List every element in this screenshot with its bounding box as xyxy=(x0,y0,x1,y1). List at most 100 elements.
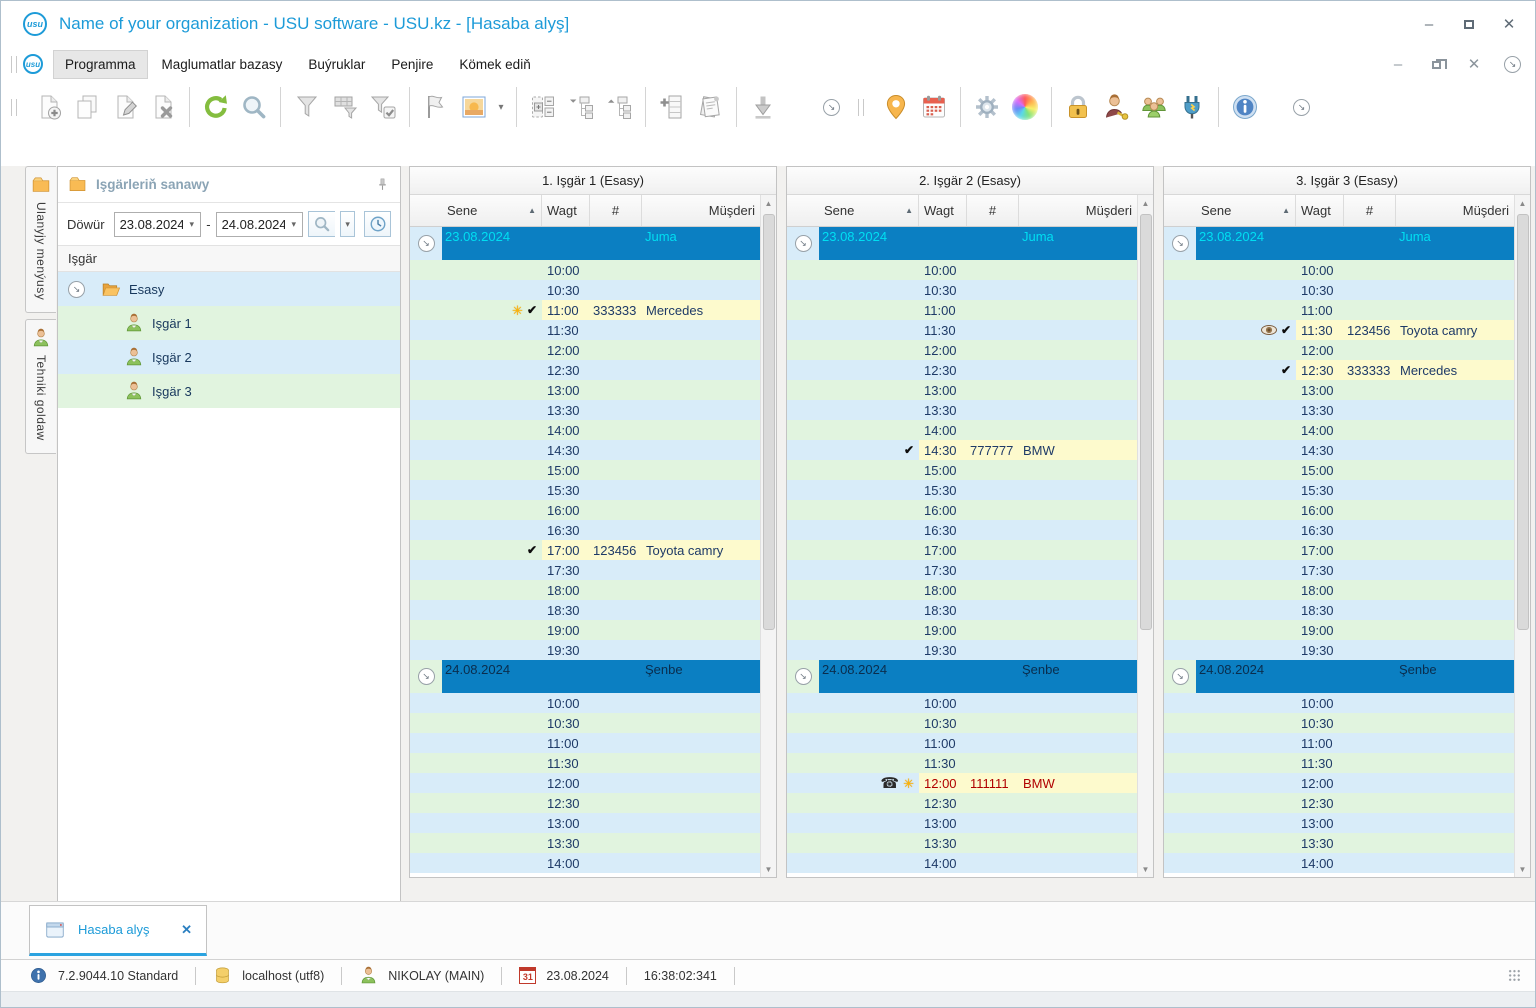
empty-slot-cells[interactable]: 19:00 xyxy=(1296,620,1514,640)
empty-slot-cells[interactable]: 18:30 xyxy=(542,600,760,620)
time-slot-row[interactable]: 10:30 xyxy=(410,713,760,733)
time-slot-row[interactable]: 13:00 xyxy=(787,380,1137,400)
empty-slot-cells[interactable]: 11:00 xyxy=(1296,733,1514,753)
copy-record-button[interactable] xyxy=(68,88,106,126)
column-num[interactable]: # xyxy=(590,195,642,226)
time-slot-row[interactable]: 19:30 xyxy=(410,640,760,660)
empty-slot-cells[interactable]: 12:00 xyxy=(919,340,1137,360)
map-pin-button[interactable] xyxy=(877,88,915,126)
empty-slot-cells[interactable]: 13:30 xyxy=(542,833,760,853)
time-slot-row[interactable]: 11:30 xyxy=(787,320,1137,340)
empty-slot-cells[interactable]: 10:30 xyxy=(1296,713,1514,733)
date-group-row[interactable]: ↘ 23.08.2024 Juma xyxy=(787,227,1137,260)
empty-slot-cells[interactable]: 19:30 xyxy=(542,640,760,660)
minimize-icon[interactable]: – xyxy=(1421,16,1437,32)
empty-slot-cells[interactable]: 11:00 xyxy=(1296,300,1514,320)
tree-column-header[interactable]: Işgär xyxy=(58,245,400,272)
time-slot-row[interactable]: 13:00 xyxy=(1164,813,1514,833)
export-button[interactable] xyxy=(744,88,782,126)
reports-button[interactable] xyxy=(691,88,729,126)
empty-slot-cells[interactable]: 19:30 xyxy=(1296,640,1514,660)
time-slot-row[interactable]: 15:00 xyxy=(787,460,1137,480)
phone-icon[interactable]: ☎ xyxy=(880,776,899,791)
appointment-cells[interactable]: 17:00 123456 Toyota camry xyxy=(542,540,760,560)
empty-slot-cells[interactable]: 14:30 xyxy=(1296,440,1514,460)
empty-slot-cells[interactable]: 12:30 xyxy=(919,360,1137,380)
drag-handle[interactable] xyxy=(11,55,17,73)
time-slot-row[interactable]: 16:30 xyxy=(787,520,1137,540)
time-slot-row[interactable]: 15:30 xyxy=(410,480,760,500)
column-musderi[interactable]: Müşderi xyxy=(1019,195,1137,226)
appointment-cells[interactable]: 11:30 123456 Toyota camry xyxy=(1296,320,1514,340)
time-slot-row[interactable]: 15:00 xyxy=(410,460,760,480)
empty-slot-cells[interactable]: 13:30 xyxy=(1296,400,1514,420)
circle-arrow-icon[interactable]: ↘ xyxy=(68,280,85,298)
empty-slot-cells[interactable]: 15:30 xyxy=(919,480,1137,500)
dropdown-button[interactable]: ▾ xyxy=(493,88,509,126)
scroll-up-icon[interactable]: ▲ xyxy=(1138,195,1154,211)
empty-slot-cells[interactable]: 10:00 xyxy=(542,693,760,713)
scroll-track[interactable] xyxy=(1515,211,1531,861)
vertical-scrollbar[interactable]: ▲ ▼ xyxy=(1514,195,1530,877)
empty-slot-cells[interactable]: 14:00 xyxy=(542,853,760,873)
time-slot-row[interactable]: 17:30 xyxy=(410,560,760,580)
empty-slot-cells[interactable]: 13:00 xyxy=(542,380,760,400)
column-wagt[interactable]: Wagt xyxy=(1296,195,1344,226)
empty-slot-cells[interactable]: 16:00 xyxy=(542,500,760,520)
empty-slot-cells[interactable]: 10:30 xyxy=(542,280,760,300)
empty-slot-cells[interactable]: 12:30 xyxy=(1296,793,1514,813)
delete-record-button[interactable] xyxy=(144,88,182,126)
restore-icon[interactable] xyxy=(1428,56,1447,72)
empty-slot-cells[interactable]: 16:30 xyxy=(1296,520,1514,540)
users-group-button[interactable] xyxy=(1135,88,1173,126)
toolbar-overflow-button[interactable]: ↘ xyxy=(823,98,840,116)
column-wagt[interactable]: Wagt xyxy=(919,195,967,226)
empty-slot-cells[interactable]: 14:00 xyxy=(1296,853,1514,873)
time-slot-row[interactable]: 16:00 xyxy=(1164,500,1514,520)
calendar-button[interactable] xyxy=(915,88,953,126)
time-slot-row[interactable]: 14:00 xyxy=(787,420,1137,440)
time-slot-row[interactable]: 12:30 xyxy=(787,793,1137,813)
check-icon[interactable]: ✔ xyxy=(527,304,537,316)
time-slot-row[interactable]: 11:00 xyxy=(410,733,760,753)
time-slot-row[interactable]: 15:30 xyxy=(787,480,1137,500)
close-icon[interactable]: ✕ xyxy=(1501,16,1517,32)
time-slot-row[interactable]: 15:30 xyxy=(1164,480,1514,500)
empty-slot-cells[interactable]: 13:00 xyxy=(919,813,1137,833)
empty-slot-cells[interactable]: 12:00 xyxy=(542,773,760,793)
time-slot-row[interactable]: 12:30 xyxy=(787,360,1137,380)
scroll-thumb[interactable] xyxy=(762,214,775,630)
check-icon[interactable]: ✔ xyxy=(1281,324,1291,336)
appointment-cells[interactable]: 12:00 111111 BMW xyxy=(919,773,1137,793)
empty-slot-cells[interactable]: 14:30 xyxy=(542,440,760,460)
scroll-up-icon[interactable]: ▲ xyxy=(1515,195,1531,211)
empty-slot-cells[interactable]: 10:00 xyxy=(542,260,760,280)
column-sene[interactable]: Sene ▲ xyxy=(442,195,542,226)
time-slot-row[interactable]: 16:30 xyxy=(410,520,760,540)
empty-slot-cells[interactable]: 10:30 xyxy=(1296,280,1514,300)
circle-arrow-icon[interactable]: ↘ xyxy=(794,668,812,685)
scroll-track[interactable] xyxy=(761,211,777,861)
empty-slot-cells[interactable]: 10:30 xyxy=(919,713,1137,733)
empty-slot-cells[interactable]: 10:00 xyxy=(919,693,1137,713)
time-slot-row[interactable]: 14:00 xyxy=(1164,420,1514,440)
empty-slot-cells[interactable]: 16:00 xyxy=(919,500,1137,520)
chevron-down-icon[interactable]: ▾ xyxy=(183,219,200,230)
tree-row-group-esasy[interactable]: ↘ Esasy xyxy=(58,272,400,306)
time-slot-row[interactable]: 10:30 xyxy=(1164,713,1514,733)
group-list-button[interactable] xyxy=(524,88,562,126)
time-slot-row[interactable]: 13:30 xyxy=(410,400,760,420)
time-slot-row[interactable]: 14:00 xyxy=(410,420,760,440)
appointment-row[interactable]: ✔ 12:30 333333 Mercedes xyxy=(1164,360,1514,380)
time-slot-row[interactable]: 11:30 xyxy=(1164,753,1514,773)
scroll-up-icon[interactable]: ▲ xyxy=(761,195,777,211)
user-key-button[interactable] xyxy=(1097,88,1135,126)
scroll-thumb[interactable] xyxy=(1516,214,1529,630)
filter-button[interactable] xyxy=(288,88,326,126)
appointment-cells[interactable]: 12:30 333333 Mercedes xyxy=(1296,360,1514,380)
time-slot-row[interactable]: 17:00 xyxy=(787,540,1137,560)
close-icon[interactable]: ✕ xyxy=(1466,56,1482,72)
time-slot-row[interactable]: 10:30 xyxy=(410,280,760,300)
check-icon[interactable]: ✔ xyxy=(527,544,537,556)
tab-hasaba-alys[interactable]: Hasaba alyş ✕ xyxy=(29,905,207,956)
